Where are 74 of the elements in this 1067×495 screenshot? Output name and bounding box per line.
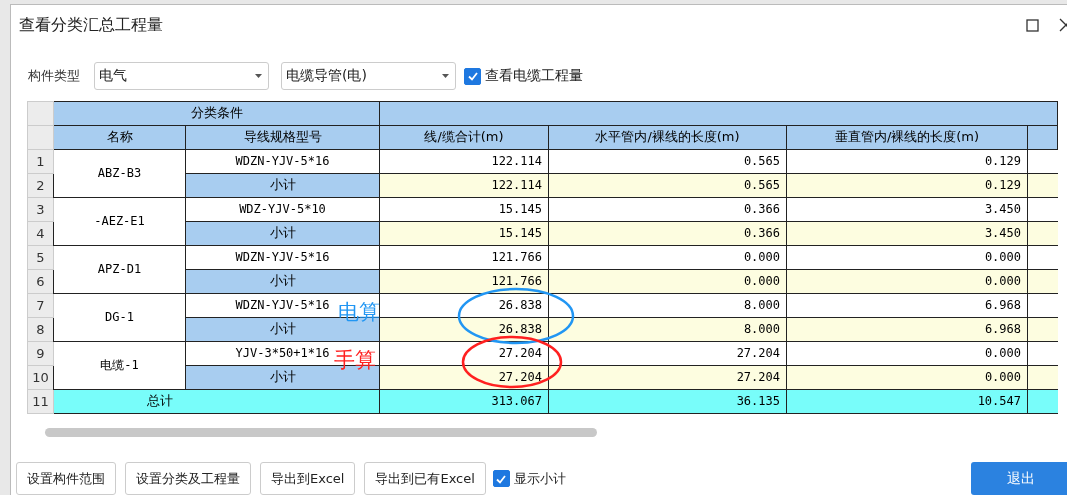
exit-button[interactable]: 退出 [971,462,1067,495]
table-cell: 27.204 [548,341,787,366]
row-number: 5 [27,245,54,270]
table-cell: 0.366 [548,221,787,246]
column-header: 线/缆合计(m) [379,125,549,150]
table-cell: 0.129 [786,173,1028,198]
table-cell: 0.565 [548,149,787,174]
row-number: 7 [27,293,54,318]
row-number: 3 [27,197,54,222]
table-cell: 总计 [53,389,380,414]
table-cell: 10.547 [786,389,1028,414]
table-cell: 8.000 [548,293,787,318]
check-icon [466,70,479,83]
table-cell: 36.135 [548,389,787,414]
table-cell: 0.000 [548,269,787,294]
table-cell: ABZ-B3 [53,149,186,198]
table-cell: DG-1 [53,293,186,342]
table-cell: 0.000 [786,365,1028,390]
table-cell: 0.000 [548,245,787,270]
column-header: 水平管内/裸线的长度(m) [548,125,787,150]
table-cell: 121.766 [379,245,549,270]
action-button[interactable]: 设置构件范围 [16,462,116,495]
table-cell: 122.114 [379,173,549,198]
column-header: 名称 [53,125,186,150]
row-number: 6 [27,269,54,294]
checkbox[interactable] [464,67,481,85]
dropdown[interactable]: 电缆导管(电) [281,62,456,91]
table-cell: 0.000 [786,341,1028,366]
window-title: 查看分类汇总工程量 [19,14,164,36]
checkbox-label: 显示小计 [513,469,566,488]
row-number: 11 [27,389,54,414]
maximize-icon[interactable] [1026,18,1039,32]
table-cell: 0.000 [786,269,1028,294]
table-cell: 电缆-1 [53,341,186,390]
scrollbar-thumb[interactable] [45,427,597,437]
table-cell: 15.145 [379,221,549,246]
table-cell: 15.145 [379,197,549,222]
header-cell: 分类条件 [53,101,380,126]
table-cell: 313.067 [379,389,549,414]
table-cell: 3.450 [786,221,1028,246]
caret-icon [255,74,262,79]
action-button[interactable]: 导出到已有Excel [364,462,486,495]
column-header: 垂直管内/裸线的长度(m) [786,125,1028,150]
table-cell: 0.129 [786,149,1028,174]
table-cell: -AEZ-E1 [53,197,186,246]
dropdown[interactable]: 电气 [94,62,269,91]
row-number: 8 [27,317,54,342]
checkbox[interactable] [492,470,510,487]
table-cell: APZ-D1 [53,245,186,294]
table-cell: 122.114 [379,149,549,174]
table-cell: WDZN-YJV-5*16 [185,149,380,174]
action-button[interactable]: 导出到Excel [260,462,356,495]
row-number: 4 [27,221,54,246]
table-cell: 27.204 [548,365,787,390]
table-cell: WDZ-YJV-5*10 [185,197,380,222]
caret-icon [442,74,449,79]
row-number: 9 [27,341,54,366]
component-type-label: 构件类型 [28,67,80,86]
table-cell: 3.450 [786,197,1028,222]
table-cell: 6.968 [786,293,1028,318]
table-cell: 小计 [185,173,380,198]
row-number: 10 [27,365,54,390]
table-cell: WDZN-YJV-5*16 [185,245,380,270]
table-cell: 小计 [185,221,380,246]
checkbox-label: 查看电缆工程量 [485,67,583,86]
table-cell: 0.000 [786,245,1028,270]
row-number: 1 [27,149,54,174]
table-cell: 6.968 [786,317,1028,342]
column-header: 导线规格型号 [185,125,380,150]
table-cell: 0.366 [548,197,787,222]
row-number: 2 [27,173,54,198]
action-button[interactable]: 设置分类及工程量 [125,462,251,495]
table-cell: 0.565 [548,173,787,198]
table-cell: 小计 [185,269,380,294]
